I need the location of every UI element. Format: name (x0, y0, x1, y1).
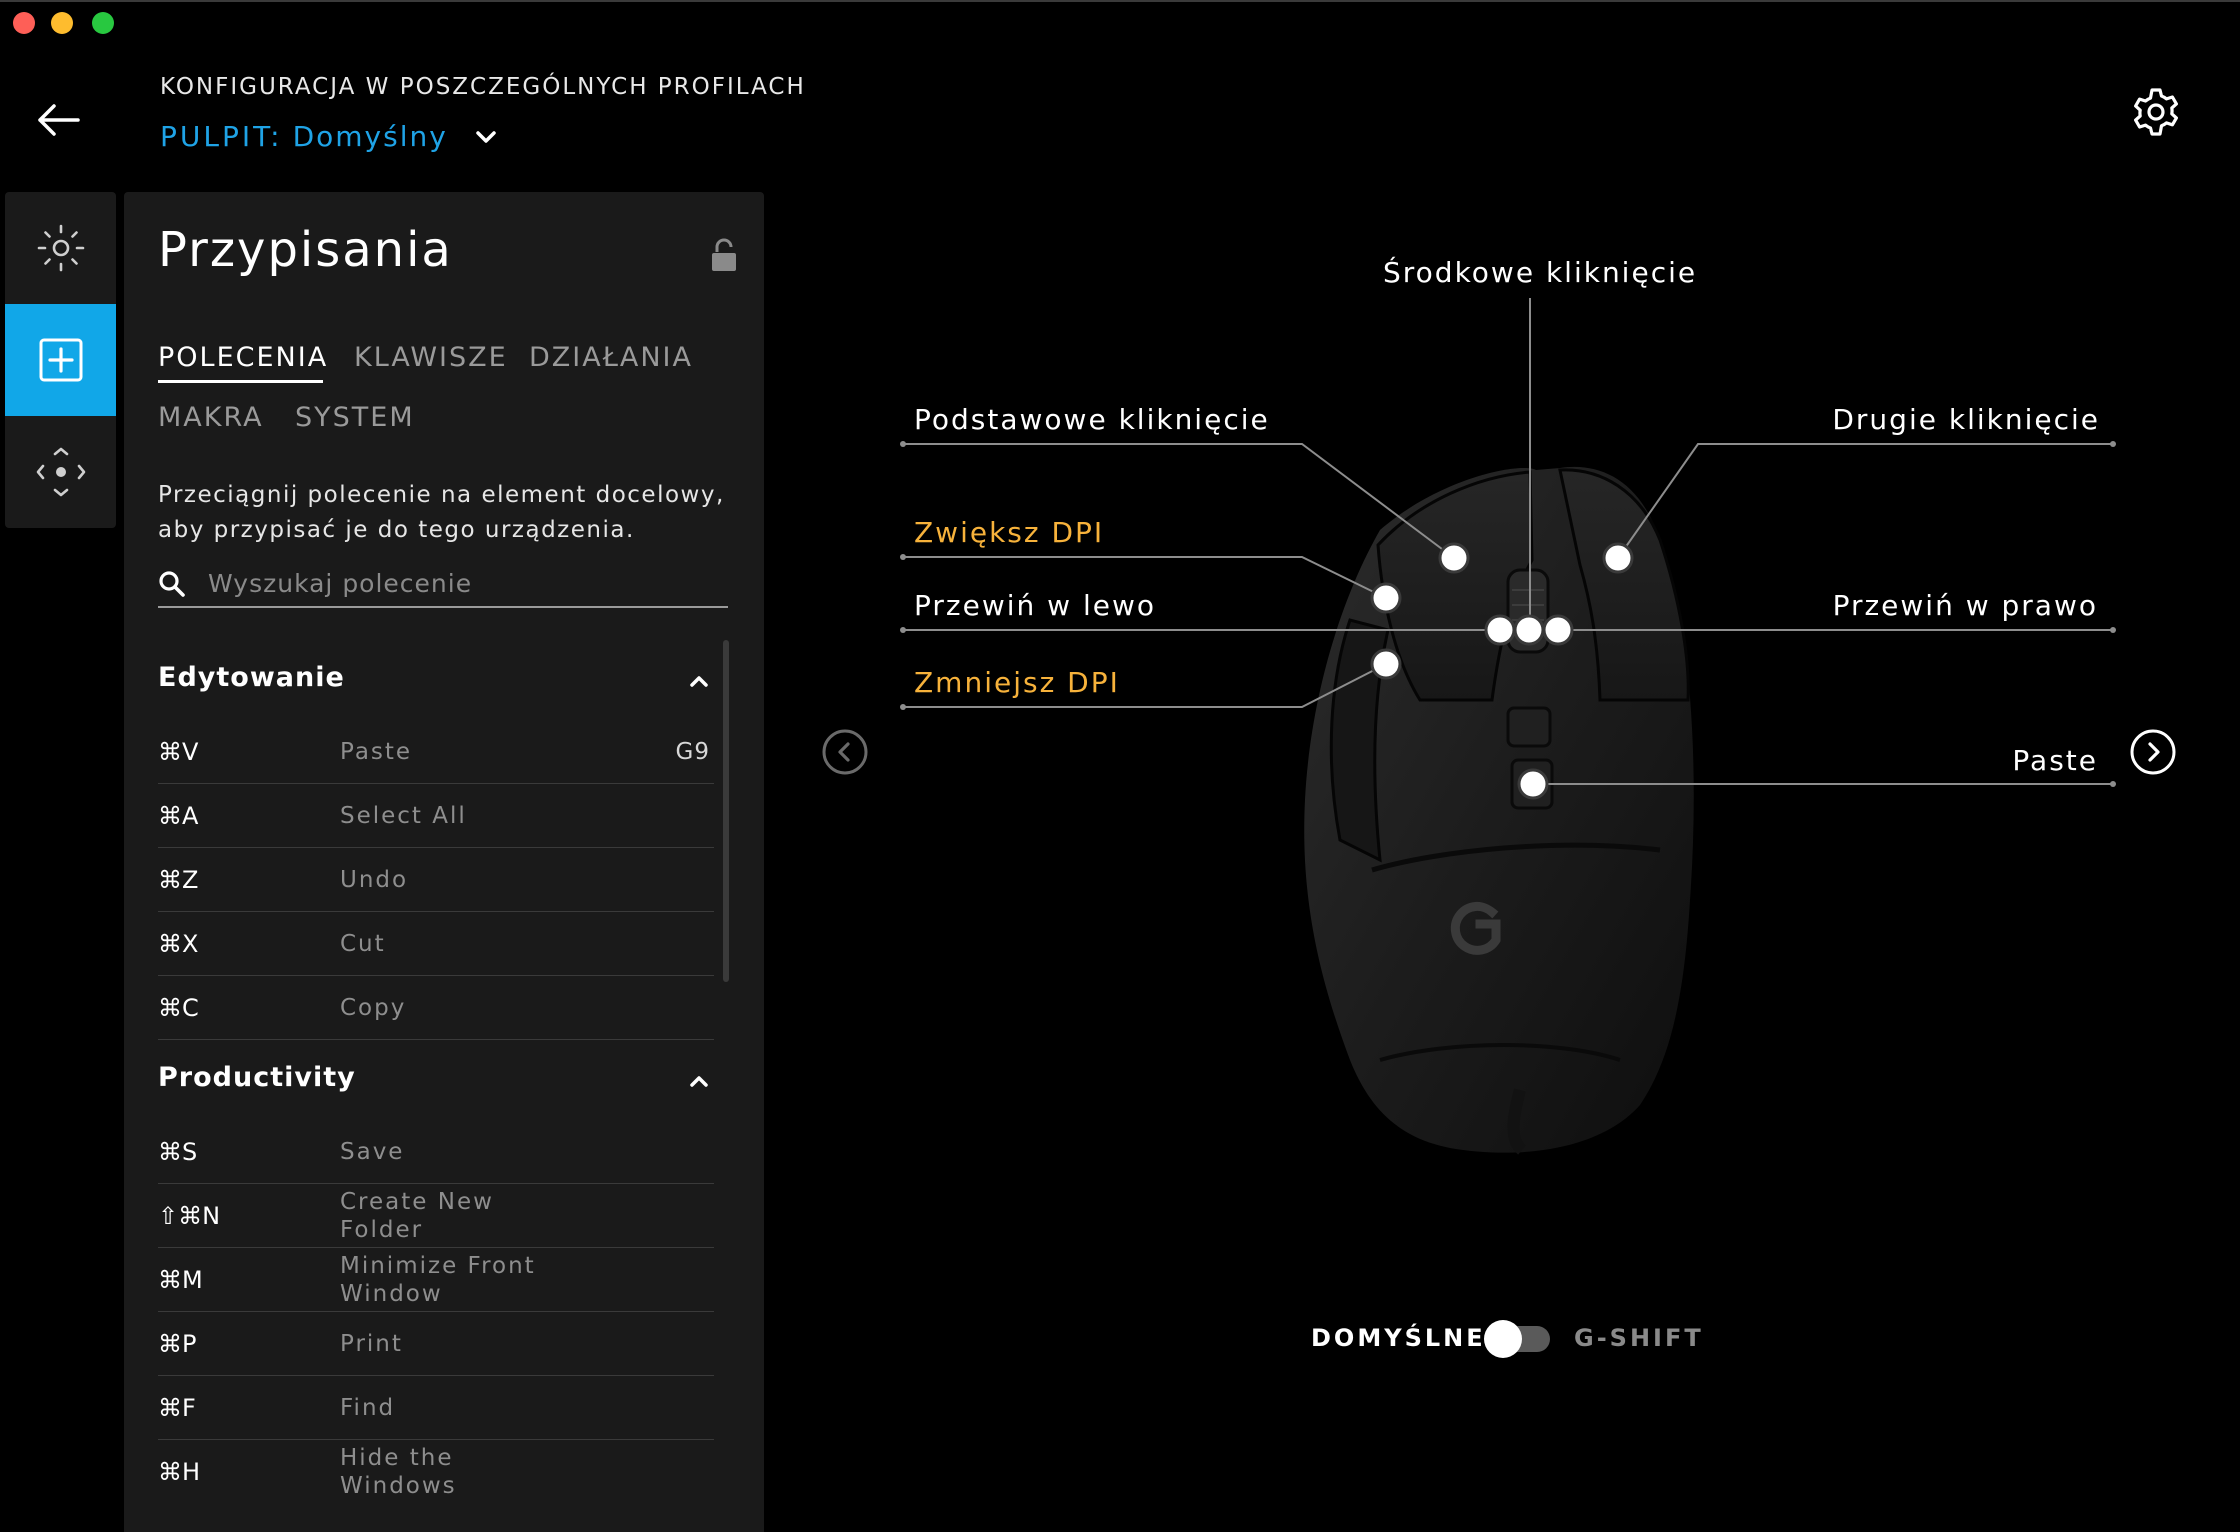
hotspot-dpi-up[interactable] (1370, 582, 1402, 614)
next-button-chevron-right-icon[interactable] (2130, 729, 2176, 775)
previous-button-chevron-left-icon[interactable] (822, 729, 868, 775)
label-primary-click[interactable]: Podstawowe kliknięcie (914, 403, 1270, 436)
mouse-diagram (900, 298, 2116, 1155)
hotspot-g9[interactable] (1517, 768, 1549, 800)
hotspot-secondary-click[interactable] (1602, 542, 1634, 574)
label-middle-click[interactable]: Środkowe kliknięcie (1383, 256, 1697, 289)
mode-gshift-label[interactable]: G-SHIFT (1574, 1324, 1704, 1352)
label-dpi-up[interactable]: Zwiększ DPI (914, 516, 1104, 549)
label-g9[interactable]: Paste (2012, 744, 2098, 777)
secondary-click-line (1617, 443, 2113, 559)
mouse-illustration (1304, 466, 1694, 1155)
hotspot-middle-click[interactable] (1513, 614, 1545, 646)
mode-default-label[interactable]: DOMYŚLNE (1311, 1324, 1486, 1352)
hotspot-scroll-left[interactable] (1484, 614, 1516, 646)
hotspot-primary-click[interactable] (1438, 542, 1470, 574)
gshift-toggle[interactable] (1484, 1320, 1554, 1358)
hotspot-scroll-right[interactable] (1542, 614, 1574, 646)
label-scroll-left[interactable]: Przewiń w lewo (914, 589, 1156, 622)
label-secondary-click[interactable]: Drugie kliknięcie (1832, 403, 2100, 436)
toggle-knob (1484, 1320, 1522, 1358)
hotspot-dpi-down[interactable] (1370, 648, 1402, 680)
label-scroll-right[interactable]: Przewiń w prawo (1833, 589, 2098, 622)
label-dpi-down[interactable]: Zmniejsz DPI (914, 666, 1120, 699)
